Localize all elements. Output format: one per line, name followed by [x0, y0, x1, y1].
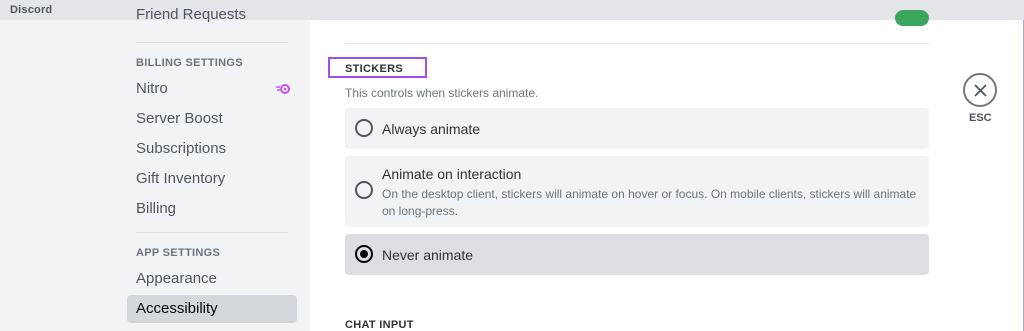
radio-button-selected[interactable]: [355, 245, 373, 263]
sidebar-item-gift-inventory[interactable]: Gift Inventory: [127, 165, 297, 193]
close-icon: [974, 84, 987, 97]
sidebar-item-accessibility[interactable]: Accessibility: [127, 295, 297, 323]
esc-label: ESC: [969, 112, 992, 124]
stickers-description: This controls when stickers animate.: [345, 86, 539, 100]
sidebar-divider: [136, 232, 288, 233]
sidebar-item-label: Appearance: [136, 270, 217, 287]
sidebar-divider: [136, 42, 288, 43]
section-divider: [345, 43, 929, 44]
sidebar-item-label: Server Boost: [136, 110, 223, 127]
sidebar-item-nitro[interactable]: Nitro: [127, 75, 297, 103]
sidebar-item-billing[interactable]: Billing: [127, 195, 297, 223]
sidebar-item-appearance[interactable]: Appearance: [127, 265, 297, 293]
app-settings-header: APP SETTINGS: [136, 247, 221, 259]
option-label: Never animate: [382, 247, 474, 263]
sidebar-item-label: Subscriptions: [136, 140, 227, 157]
sidebar-item-label: Accessibility: [136, 300, 218, 317]
app-title: Discord: [10, 4, 53, 16]
option-description: On the desktop client, stickers will ani…: [382, 187, 917, 218]
radio-button[interactable]: [355, 119, 373, 137]
radio-option-never-animate[interactable]: Never animate: [345, 234, 929, 275]
radio-option-always-animate[interactable]: Always animate: [345, 108, 929, 149]
sidebar-item-label: Billing: [136, 200, 177, 217]
sidebar-item-label: Nitro: [136, 80, 168, 97]
radio-button[interactable]: [355, 181, 373, 199]
sidebar-item-server-boost[interactable]: Server Boost: [127, 105, 297, 133]
sidebar-item-friend-requests[interactable]: Friend Requests: [127, 5, 297, 31]
close-button[interactable]: [963, 73, 997, 107]
sidebar-item-label: Gift Inventory: [136, 170, 226, 187]
option-label: Animate on interaction: [382, 166, 522, 182]
setting-toggle[interactable]: [895, 10, 929, 26]
sidebar-item-subscriptions[interactable]: Subscriptions: [127, 135, 297, 163]
nitro-icon: [276, 84, 290, 94]
radio-option-animate-on-interaction[interactable]: Animate on interaction On the desktop cl…: [345, 156, 929, 227]
chat-input-section-title: CHAT INPUT: [345, 319, 414, 331]
option-label: Always animate: [382, 121, 481, 137]
billing-settings-header: BILLING SETTINGS: [136, 57, 243, 69]
stickers-section-title: STICKERS: [345, 63, 404, 75]
